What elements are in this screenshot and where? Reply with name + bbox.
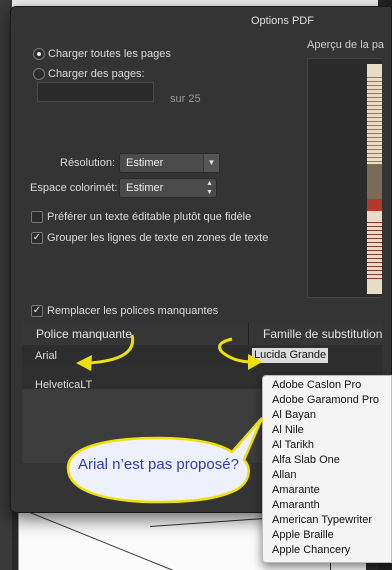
dialog-title: Options PDF (251, 15, 314, 27)
page-range-input[interactable] (37, 82, 154, 102)
checkmark-icon: ✓ (32, 305, 42, 316)
font-family-dropdown[interactable]: Adobe Caslon Pro Adobe Garamond Pro Al B… (262, 375, 392, 563)
colorspace-value: Estimer (126, 182, 164, 194)
chevron-down-icon: ▼ (203, 154, 219, 172)
dropdown-item[interactable]: Amaranth (272, 498, 320, 513)
column-header-substitute[interactable]: Famille de substitution (249, 323, 382, 345)
dropdown-item[interactable]: Apple Chancery (272, 543, 350, 558)
dropdown-item[interactable]: Al Bayan (272, 408, 316, 423)
dropdown-item[interactable]: Adobe Garamond Pro (272, 393, 379, 408)
resolution-select[interactable]: Estimer ▼ (119, 153, 220, 173)
radio-all-pages-label: Charger toutes les pages (48, 48, 171, 60)
dropdown-item[interactable]: Al Tarikh (272, 438, 314, 453)
preview-label: Aperçu de la pa (307, 39, 385, 51)
dropdown-item[interactable]: Al Nile (272, 423, 304, 438)
resolution-label: Résolution: (60, 157, 116, 169)
resolution-value: Estimer (126, 157, 164, 169)
substitute-font-field[interactable]: Lucida Grande (252, 348, 329, 363)
group-lines-label: Grouper les lignes de texte en zones de … (47, 232, 269, 244)
updown-arrows-icon: ▲ ▼ (206, 180, 213, 196)
dropdown-item[interactable]: Amarante (272, 483, 320, 498)
dropdown-item[interactable]: Allan (272, 468, 296, 483)
column-header-missing[interactable]: Police manquante (22, 323, 248, 345)
preview-page-thumbnail (367, 64, 382, 294)
radio-all-pages[interactable] (33, 48, 45, 60)
replace-fonts-label: Remplacer les polices manquantes (47, 305, 219, 317)
radio-page-range[interactable] (33, 68, 45, 80)
prefer-editable-label: Préférer un texte éditable plutôt que fi… (47, 211, 252, 223)
prefer-editable-checkbox[interactable] (31, 211, 43, 223)
dropdown-item[interactable]: Adobe Caslon Pro (272, 378, 361, 393)
colorspace-select[interactable]: Estimer ▲ ▼ (119, 178, 217, 198)
dropdown-item[interactable]: Alfa Slab One (272, 453, 340, 468)
radio-page-range-label: Charger des pages: (48, 68, 145, 80)
page-range-suffix: sur 25 (170, 93, 201, 105)
replace-fonts-checkbox[interactable]: ✓ (31, 305, 43, 317)
colorspace-label: Espace colorimét: (30, 182, 118, 194)
table-row-missing-font[interactable]: Arial (22, 345, 57, 367)
dropdown-item[interactable]: Apple Braille (272, 528, 334, 543)
callout-text: Arial n’est pas proposé? (78, 456, 239, 473)
group-lines-checkbox[interactable]: ✓ (31, 232, 43, 244)
dropdown-item[interactable]: American Typewriter (272, 513, 372, 528)
checkmark-icon: ✓ (32, 232, 42, 243)
